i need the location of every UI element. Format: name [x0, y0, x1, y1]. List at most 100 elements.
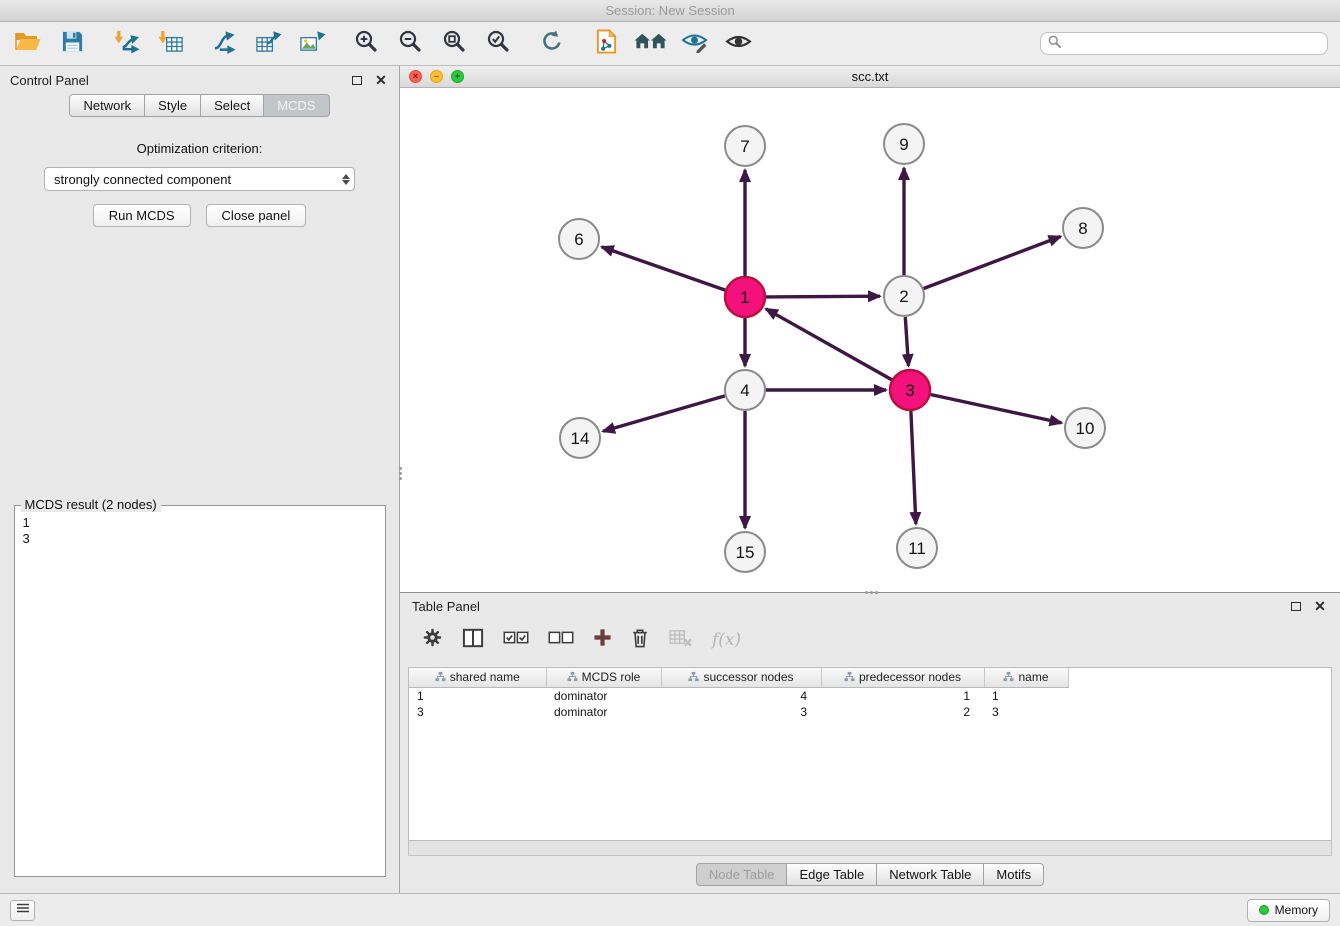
table-row[interactable]: 3dominator323 — [409, 704, 1068, 720]
svg-text:15: 15 — [736, 543, 755, 562]
table-horizontal-scrollbar[interactable] — [408, 841, 1332, 856]
zoom-out-button[interactable] — [394, 28, 426, 60]
toolbar-search[interactable] — [1040, 32, 1328, 55]
document-network-button[interactable] — [590, 28, 622, 60]
delete-column-button[interactable] — [631, 628, 649, 653]
table-cell: 1 — [821, 688, 984, 705]
edge-2-8[interactable] — [924, 237, 1061, 289]
column-type-icon — [435, 671, 446, 685]
node-8[interactable]: 8 — [1063, 208, 1103, 248]
save-session-button[interactable] — [56, 28, 88, 60]
memory-button[interactable]: Memory — [1247, 899, 1330, 922]
select-all-columns-button[interactable] — [503, 630, 529, 650]
export-image-button[interactable] — [296, 28, 328, 60]
deselect-all-columns-button[interactable] — [548, 630, 574, 650]
table-cell: 3 — [409, 704, 546, 720]
svg-text:7: 7 — [740, 137, 749, 156]
tab-network-table[interactable]: Network Table — [877, 863, 984, 886]
zoom-in-icon — [354, 29, 378, 58]
column-header-successor-nodes[interactable]: successor nodes — [661, 668, 821, 688]
node-2[interactable]: 2 — [884, 276, 924, 316]
show-panels-button[interactable] — [10, 900, 35, 921]
node-6[interactable]: 6 — [559, 219, 599, 259]
svg-text:1: 1 — [740, 288, 749, 307]
table-row[interactable]: 1dominator411 — [409, 688, 1068, 705]
minimize-window-icon[interactable]: – — [430, 70, 443, 83]
table-panel-header: Table Panel ✕ — [400, 593, 1340, 619]
delete-table-button[interactable] — [668, 628, 693, 652]
mcds-result-box: MCDS result (2 nodes) 13 — [14, 505, 386, 877]
horizontal-splitter-handle[interactable] — [862, 588, 880, 596]
float-panel-button[interactable] — [349, 72, 365, 88]
create-column-button[interactable] — [593, 628, 612, 652]
table-cell: dominator — [546, 704, 661, 720]
node-14[interactable]: 14 — [560, 418, 600, 458]
import-network-file-button[interactable] — [110, 28, 142, 60]
optimization-criterion-select[interactable]: strongly connected component — [44, 167, 355, 191]
vertical-splitter-handle[interactable] — [395, 464, 405, 482]
home-button[interactable] — [634, 28, 666, 60]
zoom-selected-button[interactable] — [482, 28, 514, 60]
node-11[interactable]: 11 — [897, 528, 937, 568]
search-input[interactable] — [1066, 37, 1320, 51]
svg-text:4: 4 — [740, 381, 749, 400]
memory-label: Memory — [1275, 903, 1318, 917]
folder-open-icon — [15, 30, 41, 57]
close-icon: ✕ — [1314, 598, 1326, 615]
zoom-fit-button[interactable] — [438, 28, 470, 60]
close-panel-button[interactable]: ✕ — [373, 72, 389, 88]
import-table-icon — [157, 29, 184, 59]
edge-1-6[interactable] — [602, 247, 726, 290]
edge-3-1[interactable] — [766, 309, 892, 380]
graphics-details-button[interactable] — [678, 28, 710, 60]
open-session-button[interactable] — [12, 28, 44, 60]
run-mcds-button[interactable]: Run MCDS — [93, 204, 191, 227]
edge-3-11[interactable] — [911, 411, 916, 524]
tab-network[interactable]: Network — [69, 94, 145, 117]
edge-3-10[interactable] — [931, 395, 1062, 423]
tab-edge-table[interactable]: Edge Table — [787, 863, 877, 886]
table-settings-button[interactable] — [422, 627, 443, 653]
column-header-mcds-role[interactable]: MCDS role — [546, 668, 661, 688]
node-9[interactable]: 9 — [884, 124, 924, 164]
table-cell: 4 — [661, 688, 821, 705]
column-header-shared-name[interactable]: shared name — [409, 668, 546, 688]
close-panel-action-button[interactable]: Close panel — [206, 204, 307, 227]
float-table-panel-button[interactable] — [1288, 598, 1304, 614]
clone-network-button[interactable] — [208, 28, 240, 60]
show-hide-button[interactable] — [722, 28, 754, 60]
node-table-header-row: shared nameMCDS rolesuccessor nodesprede… — [409, 668, 1068, 688]
import-network-icon — [113, 29, 140, 59]
tab-select[interactable]: Select — [201, 94, 264, 117]
close-table-panel-button[interactable]: ✕ — [1312, 598, 1328, 614]
column-header-name[interactable]: name — [984, 668, 1068, 688]
node-7[interactable]: 7 — [725, 126, 765, 166]
edge-1-2[interactable] — [766, 296, 880, 297]
mcds-result-item[interactable]: 1 — [23, 515, 377, 531]
tab-style[interactable]: Style — [145, 94, 201, 117]
node-10[interactable]: 10 — [1065, 408, 1105, 448]
tab-motifs[interactable]: Motifs — [984, 863, 1044, 886]
import-table-file-button[interactable] — [154, 28, 186, 60]
node-4[interactable]: 4 — [725, 370, 765, 410]
node-table-body: 1dominator4113dominator323 — [409, 688, 1068, 721]
mcds-result-item[interactable]: 3 — [23, 531, 377, 547]
close-window-icon[interactable]: × — [409, 70, 422, 83]
tab-node-table[interactable]: Node Table — [696, 863, 788, 886]
show-column-panel-button[interactable] — [462, 628, 484, 653]
export-table-button[interactable] — [252, 28, 284, 60]
node-15[interactable]: 15 — [725, 532, 765, 572]
edge-4-14[interactable] — [603, 396, 725, 431]
tab-mcds[interactable]: MCDS — [264, 94, 329, 117]
node-3[interactable]: 3 — [890, 370, 930, 410]
zoom-window-icon[interactable]: + — [451, 70, 464, 83]
node-1[interactable]: 1 — [725, 277, 765, 317]
network-canvas[interactable]: 7 9 6 8 1 2 4 3 14 10 15 11 — [400, 88, 1340, 592]
function-builder-button[interactable]: f(x) — [712, 630, 741, 650]
column-header-predecessor-nodes[interactable]: predecessor nodes — [821, 668, 984, 688]
zoom-in-button[interactable] — [350, 28, 382, 60]
refresh-button[interactable] — [536, 28, 568, 60]
main-toolbar — [0, 22, 1340, 66]
image-export-icon — [299, 29, 326, 59]
edge-2-3[interactable] — [905, 317, 908, 366]
